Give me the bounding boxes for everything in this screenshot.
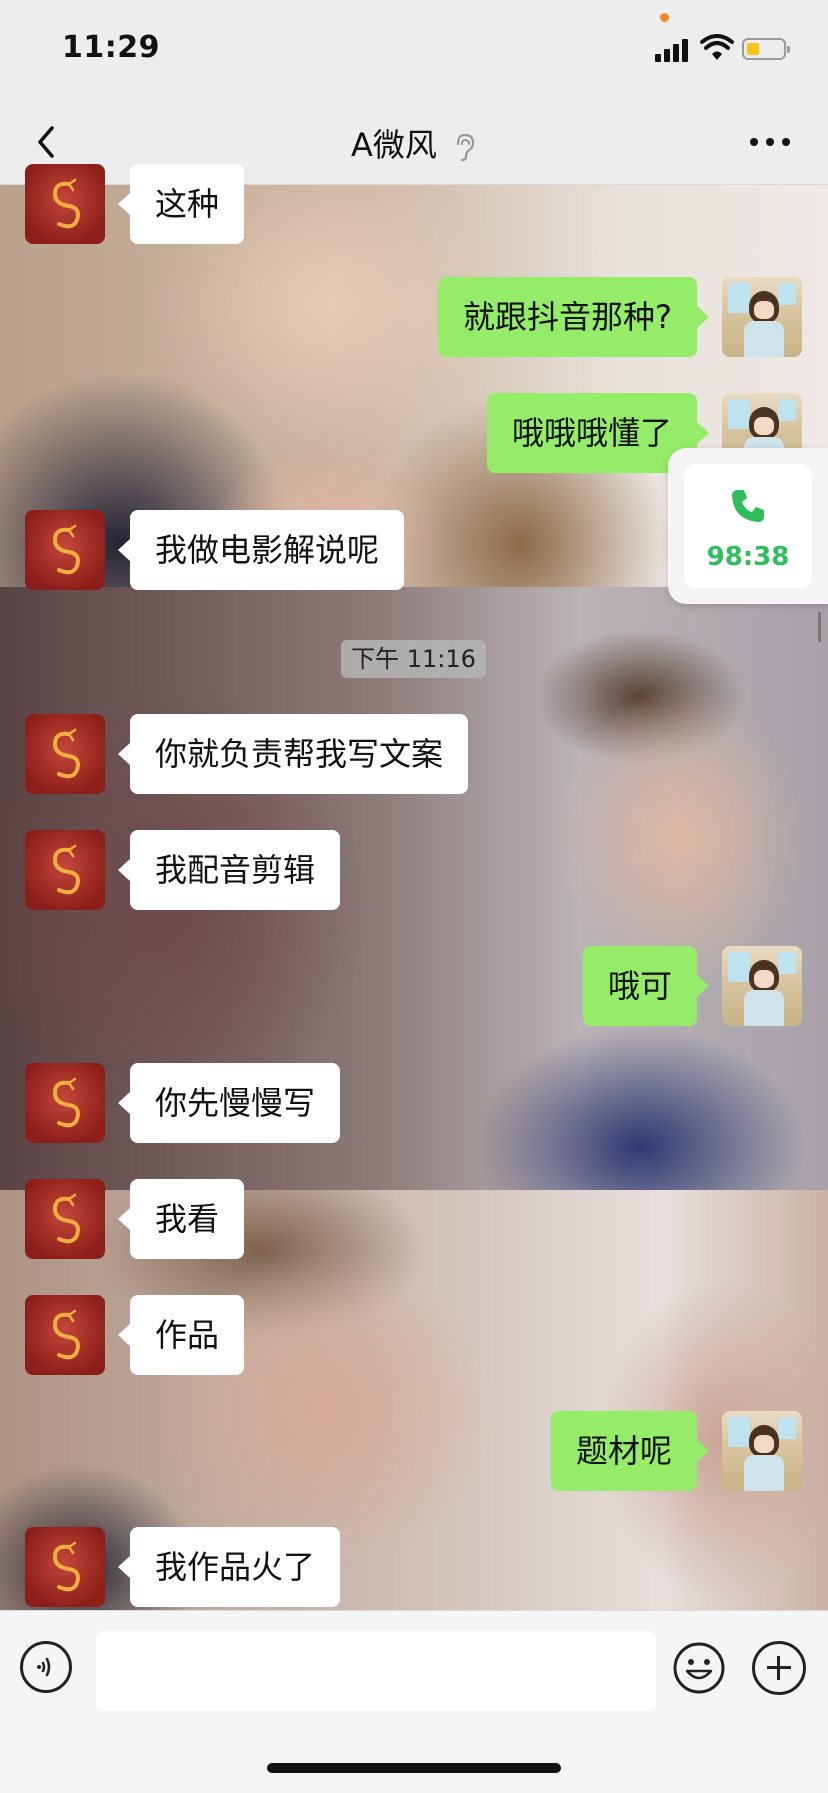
message-bubble-incoming[interactable]: 你先慢慢写	[117, 1063, 341, 1143]
contact-avatar[interactable]	[25, 1179, 105, 1259]
status-time: 11:29	[62, 30, 160, 65]
message-bubble-outgoing[interactable]: 题材呢	[550, 1411, 710, 1491]
more-dots-icon[interactable]	[750, 138, 794, 148]
dragon-logo-icon	[52, 1193, 80, 1244]
floating-call-widget[interactable]: 98:38	[668, 448, 828, 604]
message-bubble-incoming[interactable]: 我配音剪辑	[117, 830, 341, 910]
message-bubble-outgoing[interactable]: 哦哦哦懂了	[486, 393, 710, 473]
chat-title: A微风	[350, 126, 437, 164]
contact-avatar[interactable]	[25, 1063, 105, 1143]
dragon-logo-icon	[52, 1077, 80, 1128]
recording-indicator-dot	[660, 13, 669, 22]
contact-avatar[interactable]	[25, 510, 105, 590]
battery-icon	[742, 38, 790, 60]
ear-icon	[456, 133, 475, 162]
user-avatar[interactable]	[722, 1411, 802, 1491]
dragon-logo-icon	[52, 728, 80, 779]
cellular-signal-icon	[655, 38, 691, 62]
message-bubble-incoming[interactable]: 我做电影解说呢	[117, 510, 405, 590]
chat-title-wrap: A微风	[0, 120, 828, 166]
dragon-logo-icon	[52, 1541, 80, 1592]
message-bubble-outgoing[interactable]: 就跟抖音那种?	[438, 277, 709, 357]
contact-avatar[interactable]	[25, 830, 105, 910]
message-bubble-outgoing[interactable]: 哦可	[582, 946, 710, 1026]
message-bubble-incoming[interactable]: 作品	[117, 1295, 245, 1375]
status-bar: 11:29	[0, 0, 828, 100]
voice-icon[interactable]	[20, 1641, 72, 1693]
phone-icon	[732, 490, 764, 522]
chat-header: A微风	[0, 100, 828, 185]
message-bubble-incoming[interactable]: 这种	[117, 164, 245, 244]
message-bubble-incoming[interactable]: 我作品火了	[117, 1527, 341, 1607]
message-bubble-incoming[interactable]: 你就负责帮我写文案	[117, 714, 469, 794]
call-duration: 98:38	[706, 542, 790, 572]
contact-avatar[interactable]	[25, 714, 105, 794]
dragon-logo-icon	[52, 844, 80, 895]
user-avatar[interactable]	[722, 277, 802, 357]
dragon-logo-icon	[52, 524, 80, 575]
dragon-logo-icon	[52, 178, 80, 229]
message-timestamp: 下午 11:16	[341, 640, 486, 678]
scrollbar[interactable]	[818, 612, 821, 642]
home-indicator[interactable]	[267, 1763, 561, 1773]
wifi-icon	[700, 34, 734, 60]
message-input[interactable]	[96, 1631, 656, 1711]
contact-avatar[interactable]	[25, 1527, 105, 1607]
floating-call-card[interactable]: 98:38	[684, 464, 812, 588]
contact-avatar[interactable]	[25, 164, 105, 244]
plus-icon[interactable]	[752, 1641, 806, 1695]
contact-avatar[interactable]	[25, 1295, 105, 1375]
user-avatar[interactable]	[722, 946, 802, 1026]
dragon-logo-icon	[52, 1309, 80, 1360]
chat-background-photo-3	[0, 1190, 828, 1610]
message-bubble-incoming[interactable]: 我看	[117, 1179, 245, 1259]
emoji-icon[interactable]	[672, 1641, 726, 1695]
